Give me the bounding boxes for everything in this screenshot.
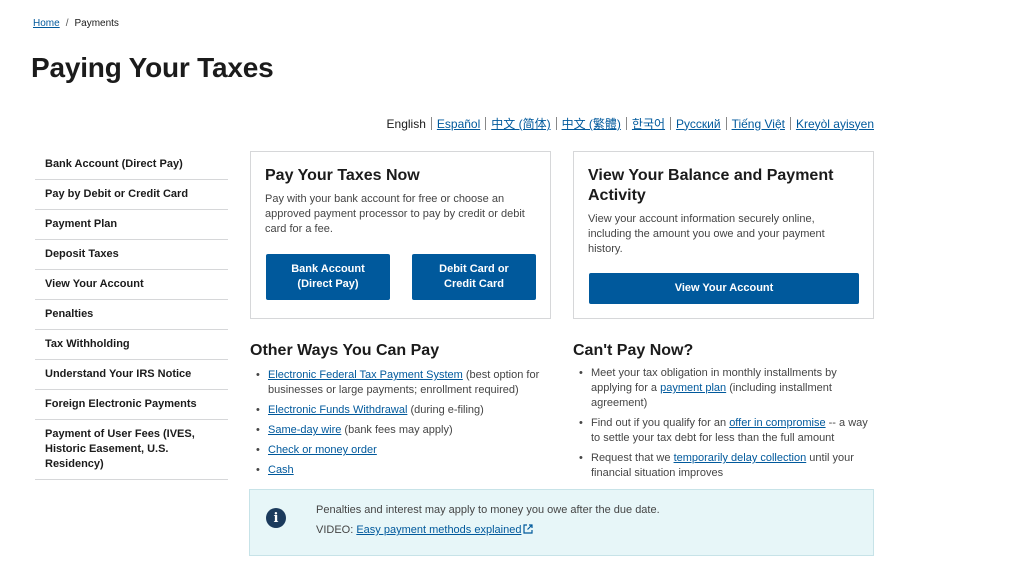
external-link-icon — [523, 524, 534, 534]
language-link-vietnamese[interactable]: Tiếng Việt — [727, 117, 790, 131]
side-navigation: Bank Account (Direct Pay) Pay by Debit o… — [35, 151, 228, 480]
cant-pay-list: Meet your tax obligation in monthly inst… — [573, 366, 875, 486]
sidenav-item-debit-credit[interactable]: Pay by Debit or Credit Card — [35, 180, 228, 210]
view-card-title: View Your Balance and Payment Activity — [588, 167, 834, 204]
sidenav-item-penalties[interactable]: Penalties — [35, 300, 228, 330]
breadcrumb-current: Payments — [74, 18, 119, 29]
list-item-text: (during e-filing) — [407, 404, 484, 416]
view-your-account-button[interactable]: View Your Account — [589, 273, 859, 304]
info-alert: i Penalties and interest may apply to mo… — [249, 489, 874, 556]
sidenav-item-deposit-taxes[interactable]: Deposit Taxes — [35, 240, 228, 270]
list-item: Cash — [250, 463, 550, 478]
sidenav-item-user-fees[interactable]: Payment of User Fees (IVES, Historic Eas… — [35, 420, 228, 480]
breadcrumb-separator: / — [65, 18, 69, 29]
video-label: VIDEO: — [316, 524, 357, 536]
list-item: Electronic Federal Tax Payment System (b… — [250, 368, 550, 398]
list-item: Same-day wire (bank fees may apply) — [250, 423, 550, 438]
video-link[interactable]: Easy payment methods explained — [356, 524, 521, 536]
electronic-funds-withdrawal-link[interactable]: Electronic Funds Withdrawal — [268, 404, 407, 416]
breadcrumb: Home / Payments — [33, 18, 119, 29]
list-item: Meet your tax obligation in monthly inst… — [573, 366, 875, 411]
list-item: Electronic Funds Withdrawal (during e-fi… — [250, 403, 550, 418]
same-day-wire-link[interactable]: Same-day wire — [268, 424, 341, 436]
cant-pay-title: Can't Pay Now? — [573, 342, 694, 359]
view-balance-card: View Your Balance and Payment Activity V… — [573, 151, 874, 319]
other-ways-title: Other Ways You Can Pay — [250, 342, 440, 359]
sidenav-item-payment-plan[interactable]: Payment Plan — [35, 210, 228, 240]
language-link-chinese-simplified[interactable]: 中文 (简体) — [486, 115, 555, 132]
alert-text: Penalties and interest may apply to mone… — [316, 504, 660, 516]
page-title: Paying Your Taxes — [31, 52, 274, 83]
delay-collection-link[interactable]: temporarily delay collection — [674, 452, 807, 464]
list-item: Request that we temporarily delay collec… — [573, 451, 875, 481]
offer-in-compromise-link[interactable]: offer in compromise — [729, 417, 825, 429]
sidenav-item-foreign-payments[interactable]: Foreign Electronic Payments — [35, 390, 228, 420]
sidenav-item-irs-notice[interactable]: Understand Your IRS Notice — [35, 360, 228, 390]
alert-video-line: VIDEO: Easy payment methods explained — [316, 524, 873, 536]
language-link-russian[interactable]: Русский — [671, 117, 726, 131]
eftps-link[interactable]: Electronic Federal Tax Payment System — [268, 369, 463, 381]
bank-account-button[interactable]: Bank Account (Direct Pay) — [266, 254, 390, 300]
check-money-order-link[interactable]: Check or money order — [268, 444, 377, 456]
breadcrumb-home-link[interactable]: Home — [33, 18, 60, 29]
list-item-text: Request that we — [591, 452, 674, 464]
pay-taxes-now-card: Pay Your Taxes Now Pay with your bank ac… — [250, 151, 551, 319]
language-link-chinese-traditional[interactable]: 中文 (繁體) — [557, 115, 626, 132]
sidenav-item-direct-pay[interactable]: Bank Account (Direct Pay) — [35, 151, 228, 180]
language-link-korean[interactable]: 한국어 — [627, 115, 670, 132]
payment-plan-link[interactable]: payment plan — [660, 382, 726, 394]
sidenav-item-view-account[interactable]: View Your Account — [35, 270, 228, 300]
cash-link[interactable]: Cash — [268, 464, 294, 476]
list-item: Check or money order — [250, 443, 550, 458]
list-item: Find out if you qualify for an offer in … — [573, 416, 875, 446]
language-link-spanish[interactable]: Español — [432, 117, 485, 131]
language-current: English — [386, 116, 426, 131]
list-item-text: Find out if you qualify for an — [591, 417, 730, 429]
info-icon: i — [266, 508, 286, 528]
debit-credit-card-button[interactable]: Debit Card or Credit Card — [412, 254, 536, 300]
language-bar: English Español 中文 (简体) 中文 (繁體) 한국어 Русс… — [387, 115, 874, 132]
sidenav-item-tax-withholding[interactable]: Tax Withholding — [35, 330, 228, 360]
list-item-text: (bank fees may apply) — [341, 424, 453, 436]
pay-card-description: Pay with your bank account for free or c… — [265, 193, 525, 235]
language-link-haitian-creole[interactable]: Kreyòl ayisyen — [791, 117, 874, 131]
pay-card-title: Pay Your Taxes Now — [265, 167, 420, 184]
other-ways-list: Electronic Federal Tax Payment System (b… — [250, 368, 550, 483]
view-card-description: View your account information securely o… — [588, 213, 825, 255]
